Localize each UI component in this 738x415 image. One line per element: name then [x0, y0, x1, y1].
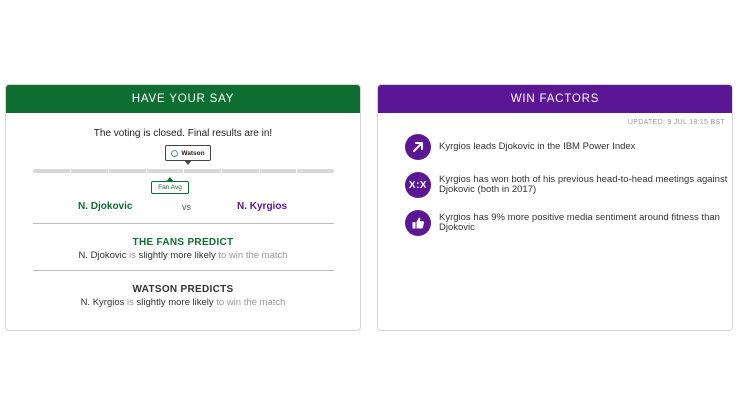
player-kyrgios: N. Kyrgios — [237, 201, 288, 212]
have-your-say-header: HAVE YOUR SAY — [6, 85, 360, 113]
watson-logo-icon — [171, 149, 179, 157]
versus-label: vs — [182, 202, 191, 212]
voting-closed-text: The voting is closed. Final results are … — [93, 128, 273, 139]
win-factors-card: WIN FACTORS UPDATED: 9 JUL 18:15 BST Kyr… — [377, 84, 733, 331]
win-factor-text: Kyrgios has 9% more positive media senti… — [439, 212, 720, 233]
players-row: N. Djokovic vs N. Kyrgios — [6, 201, 360, 215]
head-to-head-icon: X:X — [405, 172, 431, 198]
divider — [33, 223, 334, 224]
watson-prediction-marker: Watson — [165, 145, 211, 165]
win-factor-text: Kyrgios has won both of his previous hea… — [439, 174, 728, 195]
fan-average-marker: Fan Avg — [151, 177, 189, 194]
updated-timestamp: UPDATED: 9 JUL 18:15 BST — [627, 119, 725, 126]
divider — [33, 270, 334, 271]
watson-marker-label: Watson — [181, 149, 205, 157]
win-factor-item: Kyrgios has 9% more positive media senti… — [405, 210, 725, 238]
watson-predicts-title: WATSON PREDICTS — [132, 284, 234, 295]
fans-predict-text: N. Djokovic is slightly more likely to w… — [78, 250, 288, 261]
win-factor-item: X:X Kyrgios has won both of his previous… — [405, 172, 727, 200]
player-djokovic: N. Djokovic — [78, 201, 133, 212]
fans-predict-title: THE FANS PREDICT — [132, 237, 234, 248]
win-factors-header: WIN FACTORS — [378, 85, 732, 113]
thumbs-up-icon — [405, 210, 431, 236]
fan-marker-label: Fan Avg — [158, 184, 182, 191]
win-factor-text: Kyrgios leads Djokovic in the IBM Power … — [439, 141, 636, 152]
prediction-slider-track — [33, 169, 334, 173]
watson-predicts-text: N. Kyrgios is slightly more likely to wi… — [80, 297, 286, 308]
win-factor-item: Kyrgios leads Djokovic in the IBM Power … — [405, 134, 725, 162]
arrow-up-right-icon — [405, 134, 431, 160]
have-your-say-card: HAVE YOUR SAY The voting is closed. Fina… — [5, 84, 361, 331]
